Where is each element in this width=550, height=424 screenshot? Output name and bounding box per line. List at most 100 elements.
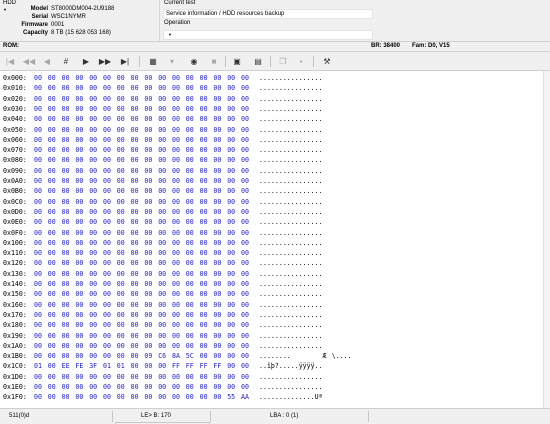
hex-byte[interactable]: 00: [144, 289, 152, 299]
hex-byte[interactable]: 00: [158, 392, 166, 402]
hex-byte[interactable]: 00: [186, 289, 194, 299]
hex-byte[interactable]: 00: [34, 382, 42, 392]
hex-byte[interactable]: 00: [131, 104, 139, 114]
hex-byte[interactable]: 00: [186, 269, 194, 279]
hex-byte[interactable]: 00: [227, 351, 235, 361]
hex-byte[interactable]: 00: [89, 186, 97, 196]
hex-byte[interactable]: 00: [34, 145, 42, 155]
hex-byte[interactable]: 00: [48, 269, 56, 279]
hex-byte[interactable]: 00: [158, 372, 166, 382]
hex-byte[interactable]: 00: [131, 361, 139, 371]
hex-byte[interactable]: 00: [62, 176, 70, 186]
hex-byte[interactable]: 00: [213, 94, 221, 104]
hex-byte[interactable]: 00: [213, 217, 221, 227]
hex-byte[interactable]: 00: [241, 186, 249, 196]
hex-byte[interactable]: 00: [89, 289, 97, 299]
hex-byte[interactable]: 00: [158, 125, 166, 135]
hex-byte[interactable]: 00: [172, 331, 180, 341]
hex-byte[interactable]: 00: [241, 361, 249, 371]
hex-byte[interactable]: 00: [131, 228, 139, 238]
hex-byte[interactable]: 00: [144, 248, 152, 258]
hex-byte[interactable]: 00: [103, 217, 111, 227]
hex-byte[interactable]: 00: [213, 83, 221, 93]
hex-byte[interactable]: 00: [34, 300, 42, 310]
hex-byte[interactable]: 00: [241, 114, 249, 124]
hex-byte[interactable]: 00: [172, 145, 180, 155]
hex-byte[interactable]: 00: [131, 207, 139, 217]
hex-byte[interactable]: 00: [89, 135, 97, 145]
hex-byte[interactable]: 00: [62, 135, 70, 145]
hex-byte[interactable]: 00: [241, 238, 249, 248]
hex-byte[interactable]: 00: [172, 83, 180, 93]
hex-byte[interactable]: 00: [62, 258, 70, 268]
goto-icon[interactable]: #: [59, 55, 73, 68]
hex-byte[interactable]: 00: [103, 258, 111, 268]
hex-byte[interactable]: 00: [241, 94, 249, 104]
hex-byte[interactable]: 00: [241, 372, 249, 382]
hex-byte[interactable]: 00: [172, 341, 180, 351]
camera-icon[interactable]: ◉: [187, 55, 201, 68]
hex-byte[interactable]: 00: [213, 186, 221, 196]
hex-byte[interactable]: 00: [172, 300, 180, 310]
hex-byte[interactable]: 00: [158, 382, 166, 392]
hex-byte[interactable]: 00: [200, 228, 208, 238]
hex-byte[interactable]: 00: [62, 279, 70, 289]
hex-byte[interactable]: 00: [34, 351, 42, 361]
hex-byte[interactable]: 00: [48, 289, 56, 299]
hex-byte[interactable]: 00: [48, 279, 56, 289]
hex-byte[interactable]: 00: [103, 310, 111, 320]
hex-byte[interactable]: 00: [75, 382, 83, 392]
hex-byte[interactable]: 00: [89, 300, 97, 310]
hex-byte[interactable]: 00: [103, 300, 111, 310]
hex-byte[interactable]: 00: [200, 341, 208, 351]
hex-byte[interactable]: 00: [89, 269, 97, 279]
hex-byte[interactable]: 00: [34, 341, 42, 351]
hex-byte[interactable]: AA: [241, 392, 249, 402]
hex-byte[interactable]: 00: [144, 73, 152, 83]
hex-byte[interactable]: 00: [186, 392, 194, 402]
hex-byte[interactable]: 00: [200, 320, 208, 330]
hex-byte[interactable]: 00: [48, 197, 56, 207]
hex-byte[interactable]: 00: [75, 279, 83, 289]
hex-byte[interactable]: 00: [186, 228, 194, 238]
hex-ascii[interactable]: ................: [259, 372, 323, 382]
hex-byte[interactable]: FF: [186, 361, 194, 371]
hex-byte[interactable]: FF: [172, 361, 180, 371]
hex-byte[interactable]: 00: [75, 145, 83, 155]
hex-byte[interactable]: 00: [117, 73, 125, 83]
hex-byte[interactable]: 00: [213, 114, 221, 124]
hex-byte[interactable]: 00: [103, 176, 111, 186]
hex-byte[interactable]: 00: [213, 207, 221, 217]
stop-icon[interactable]: ■: [207, 55, 221, 68]
hex-byte[interactable]: 00: [75, 217, 83, 227]
hex-byte[interactable]: 00: [34, 104, 42, 114]
hex-byte[interactable]: 00: [144, 166, 152, 176]
hex-byte[interactable]: 00: [89, 351, 97, 361]
hex-byte[interactable]: 00: [89, 279, 97, 289]
hex-byte[interactable]: 00: [144, 186, 152, 196]
hex-byte[interactable]: 00: [144, 300, 152, 310]
hex-byte[interactable]: 00: [241, 125, 249, 135]
hex-byte[interactable]: 00: [172, 125, 180, 135]
hex-ascii[interactable]: ................: [259, 248, 323, 258]
hex-byte[interactable]: 00: [34, 269, 42, 279]
hex-byte[interactable]: 00: [200, 125, 208, 135]
hex-byte[interactable]: 00: [158, 320, 166, 330]
hex-byte[interactable]: 00: [34, 207, 42, 217]
hex-byte[interactable]: 00: [144, 217, 152, 227]
hex-byte[interactable]: 00: [186, 94, 194, 104]
hex-byte[interactable]: 00: [131, 341, 139, 351]
hex-byte[interactable]: 00: [131, 114, 139, 124]
hex-byte[interactable]: 00: [75, 176, 83, 186]
hex-byte[interactable]: 00: [89, 310, 97, 320]
hex-byte[interactable]: 00: [131, 166, 139, 176]
hex-byte[interactable]: 00: [75, 248, 83, 258]
hex-byte[interactable]: 00: [213, 310, 221, 320]
hex-byte[interactable]: 00: [200, 238, 208, 248]
hex-byte[interactable]: 00: [172, 238, 180, 248]
hex-byte[interactable]: 00: [62, 155, 70, 165]
hex-byte[interactable]: 00: [48, 176, 56, 186]
hex-byte[interactable]: 00: [200, 382, 208, 392]
hex-byte[interactable]: 00: [186, 155, 194, 165]
hex-byte[interactable]: 00: [103, 320, 111, 330]
